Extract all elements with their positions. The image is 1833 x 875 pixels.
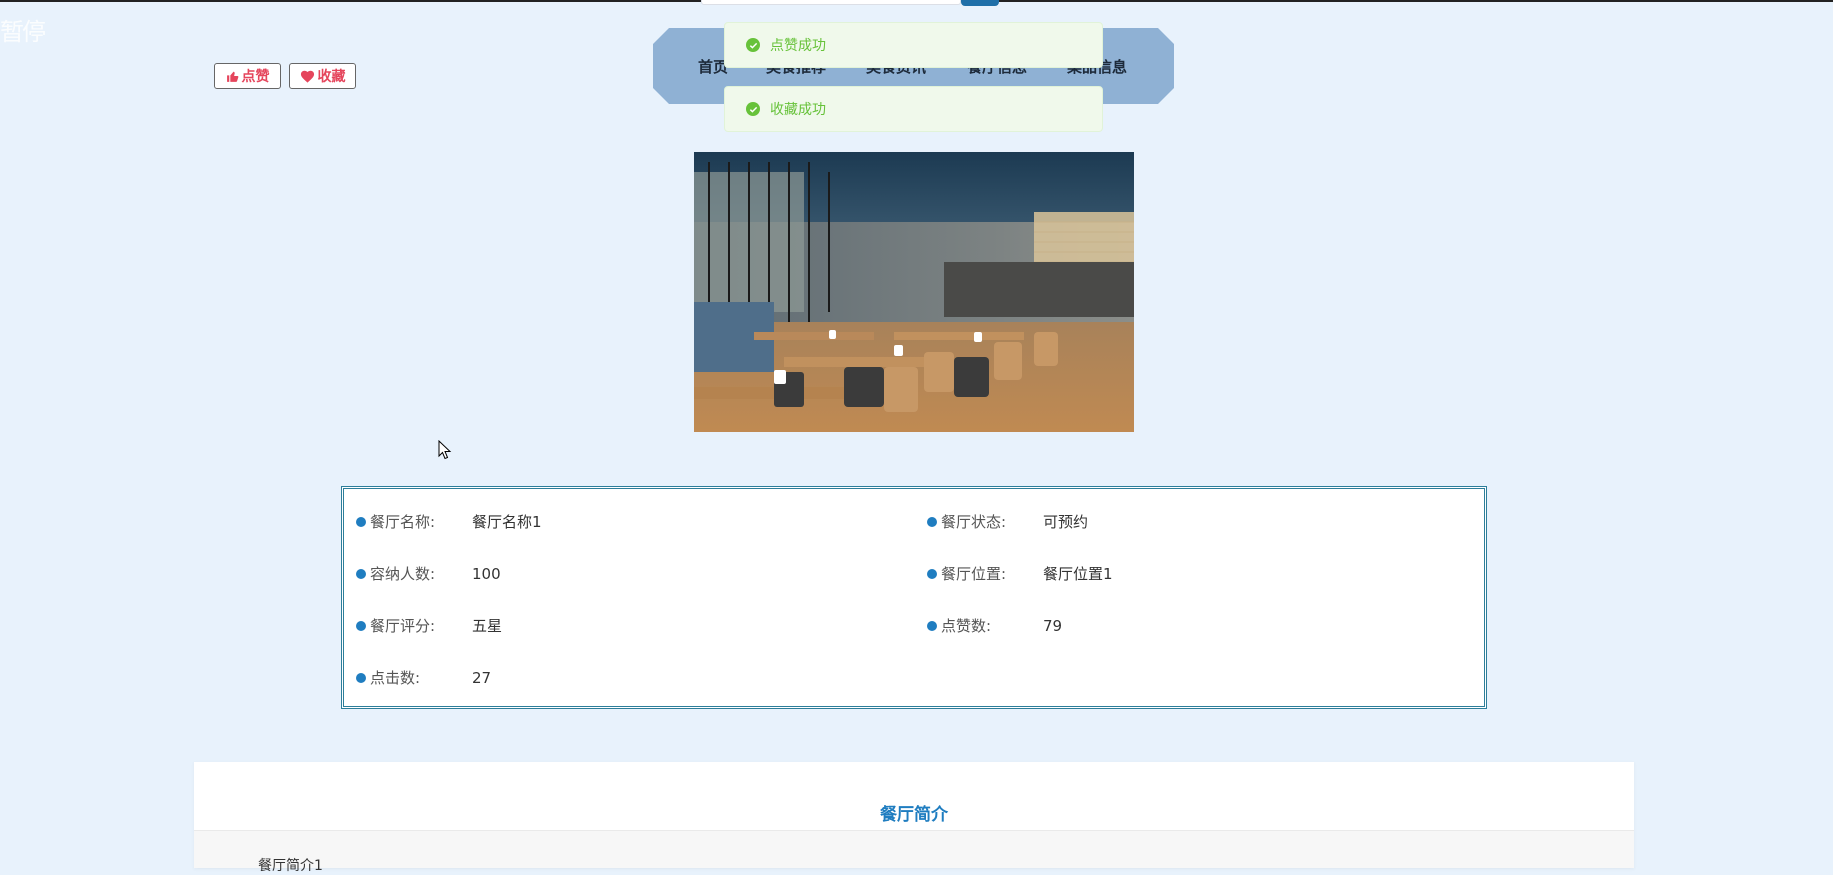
like-button-label: 点赞	[241, 68, 270, 84]
restaurant-photo	[694, 152, 1134, 432]
mouse-cursor-icon	[438, 440, 452, 460]
toast-message: 点赞成功	[770, 38, 826, 54]
detail-value: 27	[472, 668, 492, 687]
search-input[interactable]	[701, 0, 961, 5]
intro-body: 餐厅简介1	[194, 831, 1634, 874]
detail-value: 79	[1043, 616, 1063, 635]
toast-like-success: 点赞成功	[724, 22, 1103, 68]
thumbs-up-icon	[226, 70, 239, 83]
detail-value: 五星	[472, 617, 503, 635]
detail-name: 餐厅名称: 餐厅名称1	[356, 511, 542, 532]
detail-label: 餐厅位置:	[941, 565, 1007, 583]
check-circle-icon	[746, 102, 760, 116]
detail-label: 餐厅评分:	[370, 617, 436, 635]
detail-clicks: 点击数: 27	[356, 667, 491, 688]
like-button[interactable]: 点赞	[214, 63, 281, 89]
detail-likes: 点赞数: 79	[927, 615, 1062, 636]
detail-label: 餐厅名称:	[370, 513, 436, 531]
bullet-dot-icon	[356, 672, 366, 683]
detail-value: 餐厅名称1	[472, 513, 542, 531]
search-button[interactable]	[961, 0, 999, 6]
detail-label: 点击数:	[370, 669, 421, 687]
detail-value: 100	[472, 564, 501, 583]
toast-favorite-success: 收藏成功	[724, 86, 1103, 132]
pause-overlay-text: 暂停	[0, 18, 46, 46]
detail-location: 餐厅位置: 餐厅位置1	[927, 563, 1113, 584]
restaurant-details: 餐厅名称: 餐厅名称1 餐厅状态: 可预约 容纳人数: 100 餐厅位置: 餐厅…	[341, 486, 1487, 709]
detail-label: 点赞数:	[941, 617, 992, 635]
intro-text: 餐厅简介1	[258, 858, 323, 874]
favorite-button-label: 收藏	[317, 68, 346, 84]
check-circle-icon	[746, 38, 760, 52]
bullet-dot-icon	[356, 516, 366, 527]
bullet-dot-icon	[356, 568, 366, 579]
bullet-dot-icon	[927, 620, 937, 631]
restaurant-intro-card: 餐厅简介 餐厅简介1	[194, 762, 1634, 874]
detail-label: 容纳人数:	[370, 565, 436, 583]
detail-value: 餐厅位置1	[1043, 565, 1113, 583]
bullet-dot-icon	[927, 568, 937, 579]
detail-rating: 餐厅评分: 五星	[356, 615, 502, 636]
bullet-dot-icon	[356, 620, 366, 631]
detail-label: 餐厅状态:	[941, 513, 1007, 531]
favorite-button[interactable]: 收藏	[289, 63, 356, 89]
toast-message: 收藏成功	[770, 102, 826, 118]
detail-status: 餐厅状态: 可预约	[927, 511, 1088, 532]
intro-title: 餐厅简介	[880, 805, 948, 825]
detail-value: 可预约	[1043, 513, 1089, 531]
heart-icon	[300, 69, 315, 83]
detail-capacity: 容纳人数: 100	[356, 563, 501, 584]
bullet-dot-icon	[927, 516, 937, 527]
